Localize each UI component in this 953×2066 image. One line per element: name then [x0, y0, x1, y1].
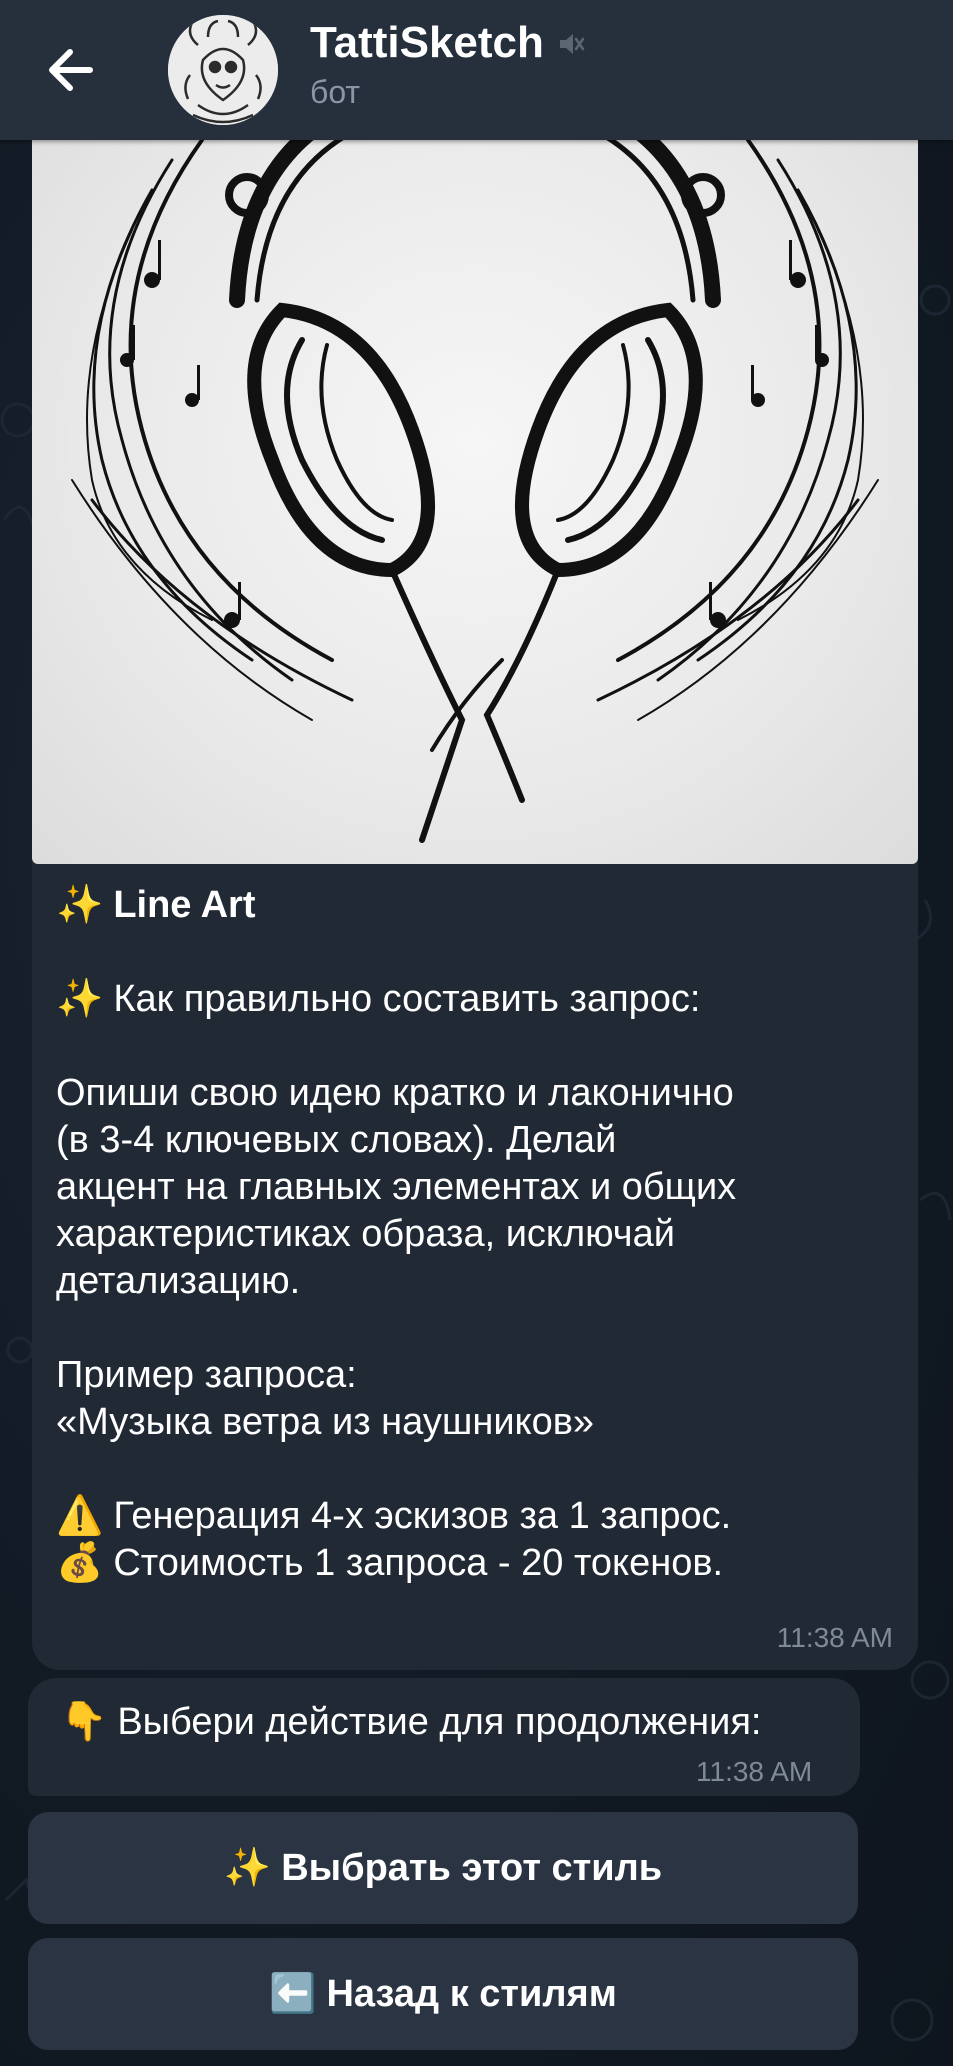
- chat-header: TattiSketch бот: [0, 0, 953, 140]
- chat-title-block[interactable]: TattiSketch бот: [310, 18, 586, 111]
- money-bag-icon: 💰: [56, 1542, 104, 1584]
- back-to-styles-label: Назад к стилям: [326, 1972, 617, 2015]
- pointing-down-icon: 👇: [60, 1701, 108, 1743]
- description-line: детализацию.: [56, 1260, 301, 1302]
- message-time: 11:38 AM: [776, 1622, 893, 1653]
- cost-note: Стоимость 1 запроса - 20 токенов.: [113, 1542, 724, 1584]
- avatar-image: [168, 15, 278, 125]
- sparkles-icon: ✨: [56, 978, 104, 1020]
- warning-icon: ⚠️: [56, 1495, 104, 1537]
- chat-title: TattiSketch: [310, 18, 544, 67]
- sparkles-icon: ✨: [223, 1847, 272, 1889]
- example-label: Пример запроса:: [56, 1354, 357, 1396]
- how-to-title: Как правильно составить запрос:: [113, 978, 701, 1020]
- arrow-left-icon: [49, 49, 93, 91]
- speaker-muted-icon: [556, 29, 586, 64]
- description-line: (в 3-4 ключевых словах). Делай: [56, 1119, 617, 1161]
- back-button[interactable]: [40, 38, 104, 102]
- sparkles-icon: ✨: [56, 884, 104, 926]
- description-line: акцент на главных элементах и общих: [56, 1166, 737, 1208]
- example-value: «Музыка ветра из наушников»: [56, 1401, 595, 1443]
- choose-action-label: Выбери действие для продолжения:: [117, 1701, 762, 1743]
- style-title: Line Art: [113, 884, 256, 926]
- select-style-button[interactable]: ✨ Выбрать этот стиль: [28, 1812, 858, 1924]
- chat-subtitle: бот: [310, 74, 361, 110]
- back-to-styles-button[interactable]: ⬅️ Назад к стилям: [28, 1938, 858, 2050]
- description-line: Опиши свою идею кратко и лаконично: [56, 1072, 734, 1114]
- headphones-line-art: [71, 100, 879, 843]
- back-arrow-icon: ⬅️: [269, 1973, 317, 2015]
- bot-avatar[interactable]: [168, 15, 278, 125]
- choose-action-text: 👇 Выбери действие для продолжения:: [60, 1700, 761, 1744]
- generation-note: Генерация 4-х эскизов за 1 запрос.: [113, 1495, 732, 1537]
- select-style-label: Выбрать этот стиль: [281, 1846, 663, 1889]
- description-line: характеристиках образа, исключай: [56, 1213, 675, 1255]
- message-time: 11:38 AM: [696, 1756, 813, 1787]
- style-example-image[interactable]: [32, 100, 918, 864]
- message-text: ✨ Line Art ✨ Как правильно составить запро…: [56, 882, 886, 1587]
